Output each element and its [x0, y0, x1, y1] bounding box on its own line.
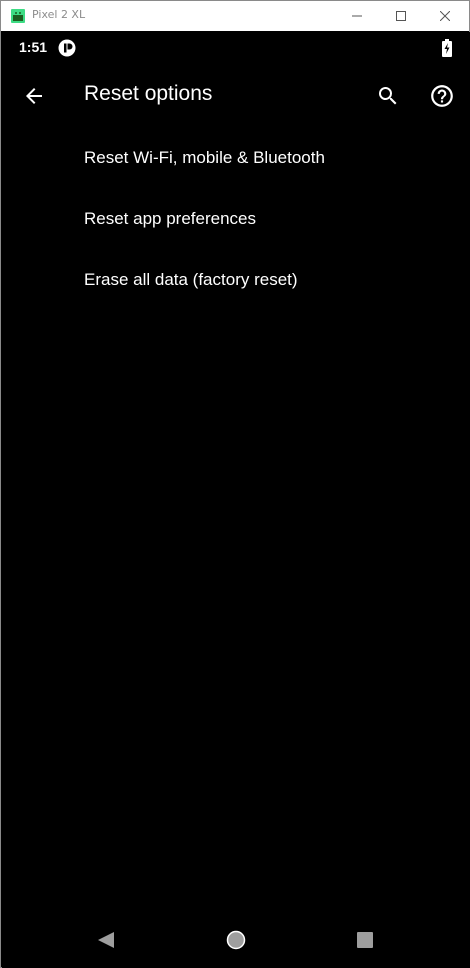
close-button[interactable]	[423, 1, 467, 31]
option-label: Erase all data (factory reset)	[84, 270, 298, 289]
android-emulator-icon	[11, 9, 25, 23]
maximize-icon	[396, 11, 406, 21]
search-button[interactable]	[364, 72, 412, 120]
back-button[interactable]	[10, 72, 58, 120]
window-title: Pixel 2 XL	[32, 8, 86, 21]
minimize-icon	[352, 15, 362, 17]
battery-charging-icon	[442, 39, 452, 57]
help-button[interactable]	[418, 72, 466, 120]
option-reset-app-preferences[interactable]: Reset app preferences	[2, 189, 470, 250]
option-factory-reset[interactable]: Erase all data (factory reset)	[2, 250, 470, 311]
search-icon	[379, 87, 397, 105]
nav-recents-icon	[357, 932, 373, 948]
arrow-back-icon	[26, 88, 42, 104]
option-label: Reset app preferences	[84, 209, 256, 228]
minimize-button[interactable]	[335, 1, 379, 31]
app-toolbar: Reset options	[2, 64, 470, 128]
nav-back-icon	[98, 932, 114, 948]
window-title-bar[interactable]: Pixel 2 XL	[1, 1, 469, 31]
nav-home-icon	[226, 930, 246, 950]
close-icon	[440, 11, 450, 21]
option-label: Reset Wi-Fi, mobile & Bluetooth	[84, 148, 325, 167]
option-reset-network[interactable]: Reset Wi-Fi, mobile & Bluetooth	[2, 128, 470, 189]
device-screen: 1:51 Reset options Reset Wi-Fi, mobile &…	[2, 32, 470, 968]
help-icon	[431, 85, 453, 107]
emulator-window: Pixel 2 XL 1:51 Reset options Reset Wi-F…	[0, 0, 470, 968]
notification-icon	[58, 39, 76, 57]
reset-options-list: Reset Wi-Fi, mobile & Bluetooth Reset ap…	[2, 128, 470, 311]
status-clock: 1:51	[19, 39, 48, 55]
status-bar: 1:51	[2, 32, 470, 64]
nav-home-button[interactable]	[220, 924, 252, 956]
maximize-button[interactable]	[379, 1, 423, 31]
nav-back-button[interactable]	[90, 928, 122, 952]
navigation-bar	[2, 912, 470, 968]
nav-recents-button[interactable]	[349, 924, 381, 956]
page-title: Reset options	[84, 82, 213, 105]
